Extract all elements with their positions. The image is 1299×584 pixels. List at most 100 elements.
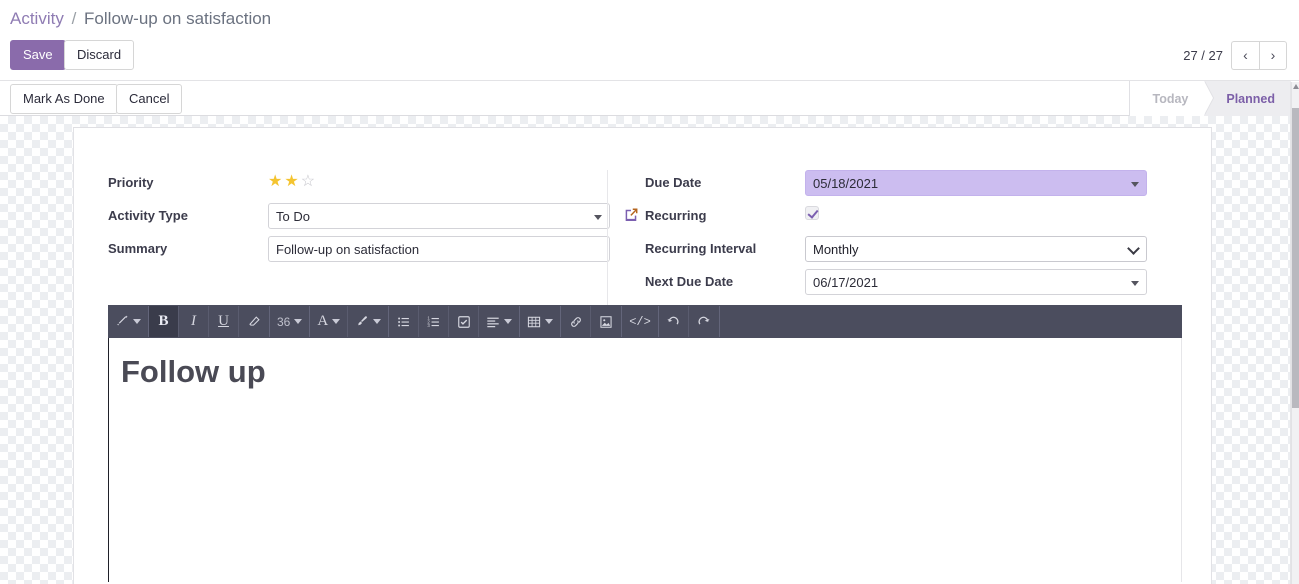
bulleted-list-icon[interactable] bbox=[389, 306, 420, 337]
recurring-interval-value: Monthly bbox=[813, 242, 859, 257]
toolbar-group-lists: 1 2 3 bbox=[389, 306, 521, 337]
chevron-down-icon bbox=[373, 319, 382, 324]
status-bar: Today Planned bbox=[1129, 81, 1291, 116]
toolbar-group-fontsize: 36 bbox=[270, 306, 311, 337]
star-icon-3[interactable]: ☆ bbox=[301, 172, 315, 192]
field-priority: Priority ★ ★ ☆ bbox=[108, 170, 613, 197]
due-date-picker[interactable]: 05/18/2021 bbox=[805, 170, 1147, 196]
star-icon-2[interactable]: ★ bbox=[284, 172, 298, 192]
field-due-date: Due Date 05/18/2021 bbox=[645, 170, 1150, 197]
editor-content[interactable]: Follow up bbox=[108, 338, 1182, 582]
next-due-date-value: 06/17/2021 bbox=[813, 275, 879, 290]
calendar-caret-icon bbox=[1131, 182, 1139, 187]
bold-icon[interactable]: B bbox=[149, 306, 179, 337]
toolbar-group-code: </> bbox=[622, 306, 659, 337]
recurring-interval-label: Recurring Interval bbox=[645, 241, 757, 256]
redo-icon[interactable] bbox=[689, 306, 719, 337]
priority-label: Priority bbox=[108, 175, 154, 190]
field-recurring: Recurring bbox=[625, 203, 1150, 230]
numbered-list-icon[interactable]: 1 2 3 bbox=[419, 306, 450, 337]
due-date-label: Due Date bbox=[645, 175, 702, 190]
recurring-label: Recurring bbox=[645, 208, 707, 223]
eraser-icon[interactable] bbox=[239, 306, 269, 337]
field-next-due-date: Next Due Date 06/17/2021 bbox=[645, 269, 1150, 296]
recurring-checkbox-wrap bbox=[805, 206, 819, 220]
form-column-right: Due Date 05/18/2021 Recurring Recurring … bbox=[607, 170, 1150, 312]
next-due-date-label: Next Due Date bbox=[645, 274, 734, 289]
table-icon[interactable] bbox=[520, 306, 560, 337]
link-icon[interactable] bbox=[561, 306, 592, 337]
star-icon-1[interactable]: ★ bbox=[268, 172, 282, 192]
underline-icon[interactable]: U bbox=[209, 306, 239, 337]
breadcrumb-root-link[interactable]: Activity bbox=[10, 9, 64, 28]
scrollbar-thumb[interactable] bbox=[1292, 108, 1299, 408]
font-size-selector[interactable]: 36 bbox=[270, 306, 309, 337]
breadcrumb: Activity / Follow-up on satisfaction bbox=[10, 6, 271, 32]
chevron-down-icon bbox=[545, 319, 554, 324]
summary-label: Summary bbox=[108, 241, 168, 256]
field-recurring-interval: Recurring Interval Monthly bbox=[645, 236, 1150, 263]
font-color-icon[interactable]: A bbox=[310, 306, 349, 337]
status-step-planned[interactable]: Planned bbox=[1204, 81, 1291, 116]
form-sheet: Priority ★ ★ ☆ Activity Type To Do Summa… bbox=[73, 127, 1212, 584]
align-icon[interactable] bbox=[479, 306, 519, 337]
next-due-date-control: 06/17/2021 bbox=[805, 269, 1147, 295]
magic-wand-icon[interactable] bbox=[109, 306, 148, 337]
toolbar-group-decoration: B I U bbox=[149, 306, 270, 337]
chevron-down-icon bbox=[594, 215, 602, 220]
toolbar-group-table bbox=[520, 306, 562, 337]
external-link-icon[interactable] bbox=[623, 206, 640, 223]
undo-icon[interactable] bbox=[659, 306, 689, 337]
record-pager: 27 / 27 ‹ › bbox=[1183, 40, 1287, 70]
field-activity-type: Activity Type To Do bbox=[108, 203, 613, 230]
chevron-down-icon bbox=[332, 319, 341, 324]
editor-toolbar: B I U 36 A 1 2 3 </> bbox=[108, 305, 1182, 338]
svg-text:3: 3 bbox=[427, 323, 430, 328]
form-column-left: Priority ★ ★ ☆ Activity Type To Do Summa… bbox=[108, 170, 613, 269]
toolbar-group-style bbox=[109, 306, 149, 337]
due-date-value: 05/18/2021 bbox=[813, 176, 879, 191]
pager-count: 27 / 27 bbox=[1183, 47, 1223, 63]
toolbar-group-media bbox=[561, 306, 623, 337]
chevron-down-icon bbox=[294, 319, 303, 324]
priority-stars[interactable]: ★ ★ ☆ bbox=[268, 172, 315, 192]
breadcrumb-current-record: Follow-up on satisfaction bbox=[84, 9, 272, 28]
chevron-right-icon[interactable]: › bbox=[1259, 40, 1287, 70]
toolbar-group-history bbox=[659, 306, 720, 337]
scroll-up-arrow-icon[interactable] bbox=[1293, 84, 1299, 89]
discard-button[interactable]: Discard bbox=[64, 40, 135, 70]
form-content-area: Priority ★ ★ ☆ Activity Type To Do Summa… bbox=[0, 116, 1291, 584]
field-summary: Summary bbox=[108, 236, 613, 263]
pager-buttons: ‹ › bbox=[1231, 40, 1287, 70]
chevron-down-icon bbox=[504, 319, 513, 324]
status-step-today-label: Today bbox=[1152, 91, 1189, 106]
toolbar-group-color: A bbox=[310, 306, 390, 337]
recurring-interval-control: Monthly bbox=[805, 236, 1147, 262]
chevron-left-icon[interactable]: ‹ bbox=[1231, 40, 1259, 70]
status-step-today[interactable]: Today bbox=[1130, 81, 1215, 116]
activity-type-label: Activity Type bbox=[108, 208, 188, 223]
due-date-control: 05/18/2021 bbox=[805, 170, 1147, 196]
chevron-down-icon bbox=[133, 319, 141, 324]
italic-icon[interactable]: I bbox=[179, 306, 209, 337]
calendar-caret-icon bbox=[1131, 281, 1139, 286]
vertical-scrollbar[interactable] bbox=[1291, 82, 1299, 584]
checklist-icon[interactable] bbox=[449, 306, 480, 337]
code-icon[interactable]: </> bbox=[622, 306, 658, 337]
mark-as-done-button[interactable]: Mark As Done bbox=[10, 84, 118, 114]
highlight-brush-icon[interactable] bbox=[348, 306, 388, 337]
next-due-date-picker[interactable]: 06/17/2021 bbox=[805, 269, 1147, 295]
image-icon[interactable] bbox=[591, 306, 621, 337]
editor-heading[interactable]: Follow up bbox=[121, 352, 1169, 392]
chevron-down-icon bbox=[1127, 242, 1140, 255]
activity-type-value: To Do bbox=[276, 209, 310, 224]
activity-type-dropdown[interactable]: To Do bbox=[268, 203, 610, 229]
font-size-value: 36 bbox=[277, 314, 291, 329]
note-editor: B I U 36 A 1 2 3 </> Follow up bbox=[108, 305, 1182, 582]
summary-input[interactable] bbox=[268, 236, 610, 262]
cancel-button[interactable]: Cancel bbox=[116, 84, 183, 114]
recurring-checkbox[interactable] bbox=[805, 206, 819, 220]
recurring-interval-select[interactable]: Monthly bbox=[805, 236, 1147, 262]
save-button[interactable]: Save bbox=[10, 40, 66, 70]
font-color-glyph: A bbox=[317, 313, 329, 329]
